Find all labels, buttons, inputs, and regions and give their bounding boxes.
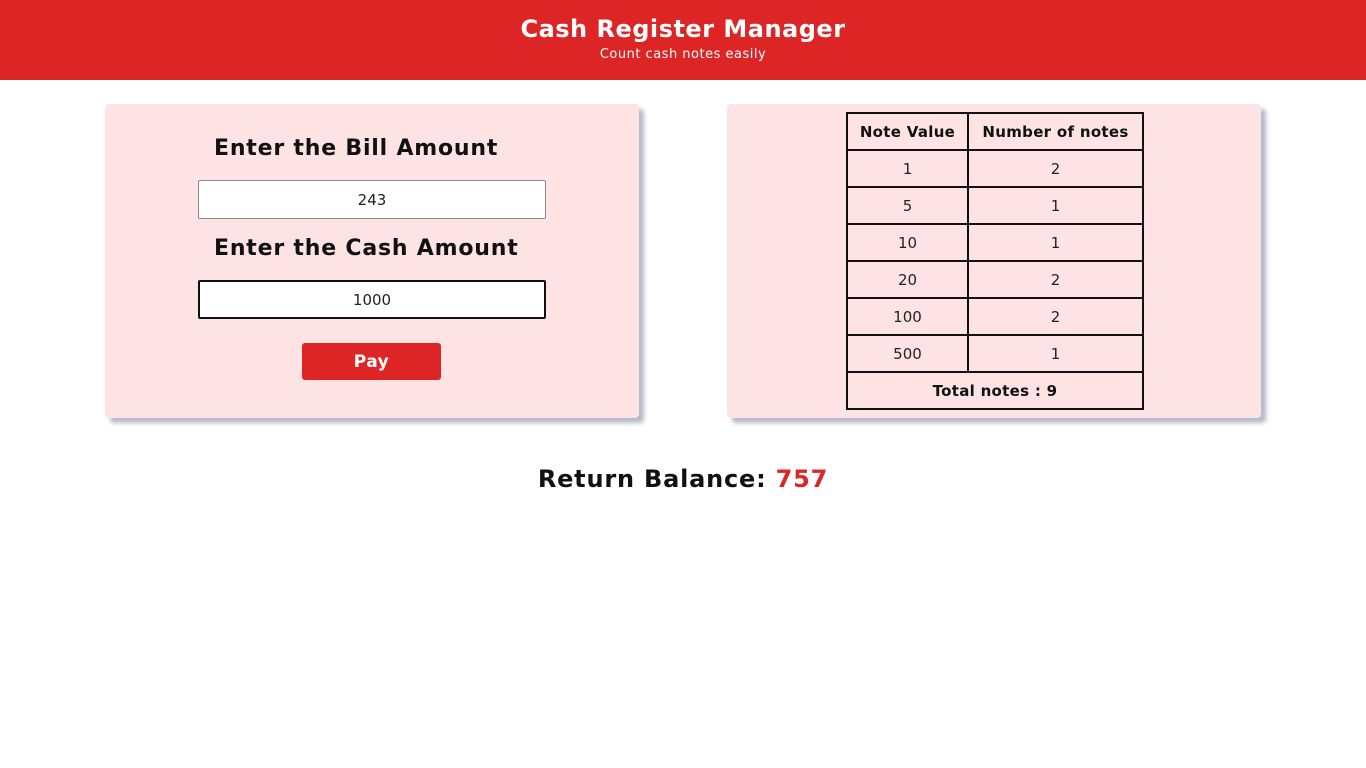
- note-value-cell: 10: [846, 223, 969, 262]
- notes-card: Note Value Number of notes 1 2 5 1 10 1 …: [727, 104, 1261, 418]
- table-row: 100 2: [846, 297, 1144, 336]
- return-balance: Return Balance: 757: [0, 465, 1366, 493]
- note-value-cell: 1: [846, 149, 969, 188]
- note-count-cell: 1: [967, 186, 1144, 225]
- column-header-number-of-notes: Number of notes: [967, 112, 1144, 151]
- note-value-cell: 20: [846, 260, 969, 299]
- bill-amount-input[interactable]: [198, 180, 546, 219]
- note-count-cell: 2: [967, 260, 1144, 299]
- table-row: 500 1: [846, 334, 1144, 373]
- input-card: Enter the Bill Amount Enter the Cash Amo…: [105, 104, 639, 418]
- pay-button[interactable]: Pay: [302, 343, 441, 380]
- table-header-row: Note Value Number of notes: [846, 112, 1144, 151]
- cash-amount-input[interactable]: [198, 280, 546, 319]
- notes-table: Note Value Number of notes 1 2 5 1 10 1 …: [846, 112, 1144, 410]
- note-count-cell: 2: [967, 149, 1144, 188]
- return-balance-amount: 757: [775, 465, 829, 493]
- bill-amount-label: Enter the Bill Amount: [214, 136, 499, 161]
- table-row: 20 2: [846, 260, 1144, 299]
- table-row: 10 1: [846, 223, 1144, 262]
- return-balance-label: Return Balance:: [537, 465, 767, 493]
- column-header-note-value: Note Value: [846, 112, 969, 151]
- app-title: Cash Register Manager: [520, 15, 846, 43]
- app-header: Cash Register Manager Count cash notes e…: [0, 0, 1366, 80]
- table-total-row: Total notes : 9: [846, 371, 1144, 410]
- note-value-cell: 500: [846, 334, 969, 373]
- table-row: 5 1: [846, 186, 1144, 225]
- table-row: 1 2: [846, 149, 1144, 188]
- note-value-cell: 100: [846, 297, 969, 336]
- note-count-cell: 1: [967, 223, 1144, 262]
- note-value-cell: 5: [846, 186, 969, 225]
- note-count-cell: 2: [967, 297, 1144, 336]
- cash-amount-label: Enter the Cash Amount: [214, 236, 519, 261]
- note-count-cell: 1: [967, 334, 1144, 373]
- total-notes-cell: Total notes : 9: [846, 371, 1144, 410]
- app-subtitle: Count cash notes easily: [599, 47, 767, 62]
